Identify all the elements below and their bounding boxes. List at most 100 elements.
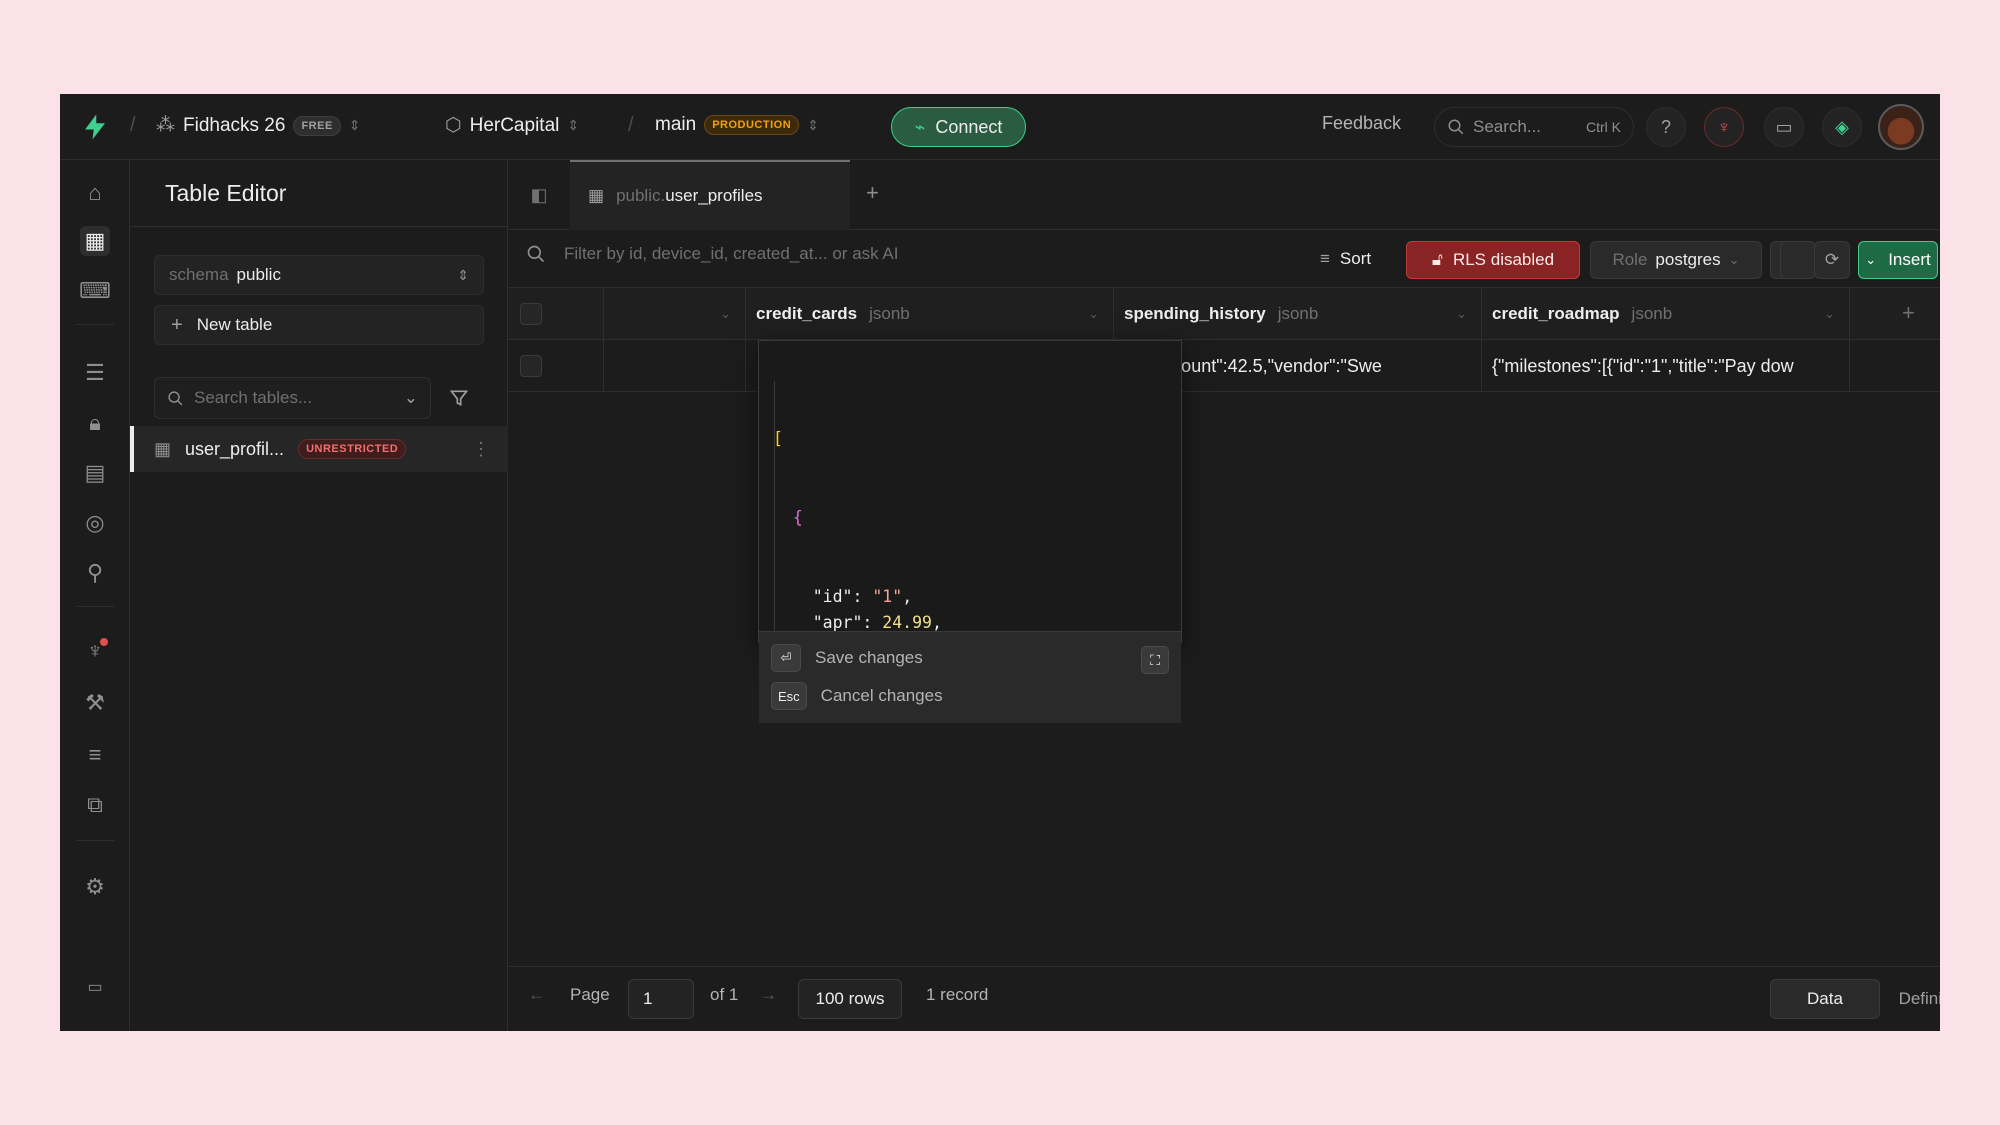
global-search[interactable]: Search... Ctrl K (1434, 107, 1634, 147)
json-field-line: "id": "1", (812, 586, 913, 606)
advisor-lightbulb-icon[interactable]: ♆ (1704, 107, 1744, 147)
tab-user-profiles[interactable]: ▦ public.user_profiles (570, 160, 850, 230)
page-number-input[interactable]: 1 (628, 979, 694, 1019)
sort-button[interactable]: ≡ Sort (1308, 241, 1383, 277)
panel-divider (130, 226, 508, 227)
data-view-tab[interactable]: Data (1770, 979, 1880, 1019)
table-editor-icon[interactable]: ▦ (80, 226, 110, 256)
column-spending-history[interactable]: spending_history jsonb ⌄ (1114, 288, 1482, 340)
help-icon[interactable]: ? (1646, 107, 1686, 147)
breadcrumb-separator: / (628, 114, 634, 136)
plus-icon: + (171, 313, 183, 336)
next-page-icon[interactable]: → (760, 985, 777, 1005)
reports-icon[interactable]: ⚒ (80, 688, 110, 718)
chevrons-down-icon[interactable]: ⌄ (404, 388, 418, 408)
row-checkbox[interactable] (520, 355, 542, 377)
new-table-button[interactable]: + New table (154, 305, 484, 345)
org-plan-badge: FREE (293, 115, 341, 136)
json-fields: "id": "1", "apr": 24.99, "last4": "4242"… (773, 584, 1181, 631)
add-column-plus-icon[interactable]: + (1902, 300, 1915, 326)
home-icon[interactable]: ⌂ (80, 178, 110, 208)
json-code-area[interactable]: [ { "id": "1", "apr": 24.99, "last4": "4… (759, 341, 1181, 631)
more-options-icon[interactable]: ⋮ (472, 439, 490, 460)
column-credit-roadmap[interactable]: credit_roadmap jsonb ⌄ (1482, 288, 1850, 340)
storage-icon[interactable]: ▤ (80, 458, 110, 488)
filter-placeholder: Filter by id, device_id, created_at... o… (564, 244, 899, 263)
integrations-icon[interactable]: ⧉ (80, 790, 110, 820)
supabase-logo[interactable] (80, 112, 110, 142)
sql-editor-icon[interactable]: ⌨ (79, 276, 111, 306)
prev-page-icon[interactable]: ← (528, 985, 545, 1005)
chevron-down-icon[interactable]: ⌄ (1088, 306, 1099, 322)
feedback-button[interactable]: Feedback (1322, 113, 1401, 134)
org-selector[interactable]: ⁂ Fidhacks 26 FREE ⇕ (156, 114, 361, 137)
chevron-updown-icon: ⇕ (457, 266, 469, 283)
expand-editor-icon[interactable]: ⛶ (1141, 646, 1169, 674)
json-field-line: "apr": 24.99, (812, 612, 942, 631)
column-hidden[interactable]: ⌄ (604, 288, 746, 340)
settings-gear-icon[interactable]: ⚙ (80, 872, 110, 902)
tab-table-name: user_profiles (665, 186, 763, 205)
chevron-down-icon[interactable]: ⌄ (1824, 306, 1835, 322)
role-selector[interactable]: Role postgres ⌄ (1590, 241, 1762, 279)
terminal-icon[interactable]: ▭ (1764, 107, 1804, 147)
advisors-icon[interactable]: ♆ (80, 636, 110, 666)
rows-per-page-selector[interactable]: 100 rows (798, 979, 902, 1019)
table-icon: ▦ (588, 186, 605, 205)
select-all-checkbox[interactable] (520, 303, 542, 325)
credit-roadmap-cell[interactable]: {"milestones":[{"id":"1","title":"Pay do… (1482, 340, 1850, 392)
realtime-icon[interactable]: ◎ (80, 508, 110, 538)
user-avatar[interactable] (1878, 104, 1924, 150)
lock-icon[interactable]: 🔒︎ (80, 408, 110, 438)
search-placeholder: Search... (1473, 117, 1542, 136)
schema-value: public (236, 265, 281, 284)
sort-label: Sort (1339, 249, 1372, 268)
row-cell[interactable] (604, 340, 746, 392)
rls-disabled-button[interactable]: 🔓︎ RLS disabled (1406, 241, 1580, 279)
column-name: spending_history (1124, 304, 1266, 323)
enter-key-icon: ⏎ (771, 644, 801, 672)
save-changes-action[interactable]: ⏎ Save changes (771, 644, 923, 672)
record-count: 1 record (926, 985, 989, 1004)
app-window: / ⁂ Fidhacks 26 FREE ⇕ / ⬡ HerCapital ⇕ … (60, 94, 1940, 1031)
new-tab-plus-icon[interactable]: + (866, 180, 879, 206)
table-row[interactable]: "1","amount":42.5,"vendor":"Swe {"milest… (508, 340, 1940, 392)
branch-env-badge: PRODUCTION (704, 115, 800, 135)
insert-button[interactable]: ⌄ Insert (1858, 241, 1938, 279)
json-cell-editor[interactable]: [ { "id": "1", "apr": 24.99, "last4": "4… (758, 340, 1182, 723)
refresh-icon[interactable]: ⟳ (1814, 241, 1850, 279)
column-type: jsonb (1277, 304, 1319, 323)
chevron-updown-icon: ⇕ (567, 117, 580, 133)
cancel-changes-label: Cancel changes (820, 686, 943, 705)
chevron-down-icon[interactable]: ⌄ (1456, 306, 1467, 322)
chevron-down-icon: ⌄ (1728, 252, 1740, 267)
table-search-input[interactable]: Search tables... ⌄ (154, 377, 431, 419)
branch-name: main (655, 114, 697, 135)
branch-selector[interactable]: main PRODUCTION ⇕ (655, 114, 819, 136)
json-comma: , (902, 586, 913, 606)
table-search-placeholder: Search tables... (194, 388, 313, 407)
table-item-user-profiles[interactable]: ▦ user_profil... UNRESTRICTED ⋮ (130, 426, 508, 472)
page-label: Page (570, 985, 610, 1004)
toggle-panel-icon[interactable]: ◧ (526, 182, 552, 208)
connect-button[interactable]: ⌁ Connect (891, 107, 1026, 147)
json-value: "1" (872, 586, 903, 606)
unlock-icon: 🔓︎ (1431, 250, 1443, 269)
chevron-down-icon[interactable]: ⌄ (720, 306, 731, 322)
filter-icon[interactable] (443, 382, 475, 414)
indent-guide (774, 381, 775, 631)
schema-selector[interactable]: schema public ⇕ (154, 255, 484, 295)
edge-functions-icon[interactable]: ⚲ (80, 558, 110, 588)
panel-title: Table Editor (165, 180, 287, 206)
column-credit-cards[interactable]: credit_cards jsonb ⌄ (746, 288, 1114, 340)
database-icon[interactable]: ☰ (80, 358, 110, 388)
cancel-changes-action[interactable]: Esc Cancel changes (771, 682, 943, 710)
collapse-sidebar-icon[interactable]: ▭ (80, 972, 110, 1002)
filter-input[interactable]: Filter by id, device_id, created_at... o… (526, 244, 899, 264)
grid-toolbar: Filter by id, device_id, created_at... o… (508, 230, 1940, 288)
table-list-panel: Table Editor schema public ⇕ + New table… (130, 160, 508, 1031)
definition-view-tab[interactable]: Definition (1884, 979, 1940, 1019)
logs-icon[interactable]: ≡ (80, 740, 110, 770)
assistant-diamond-icon[interactable]: ◈ (1822, 107, 1862, 147)
project-selector[interactable]: ⬡ HerCapital ⇕ (445, 114, 579, 137)
